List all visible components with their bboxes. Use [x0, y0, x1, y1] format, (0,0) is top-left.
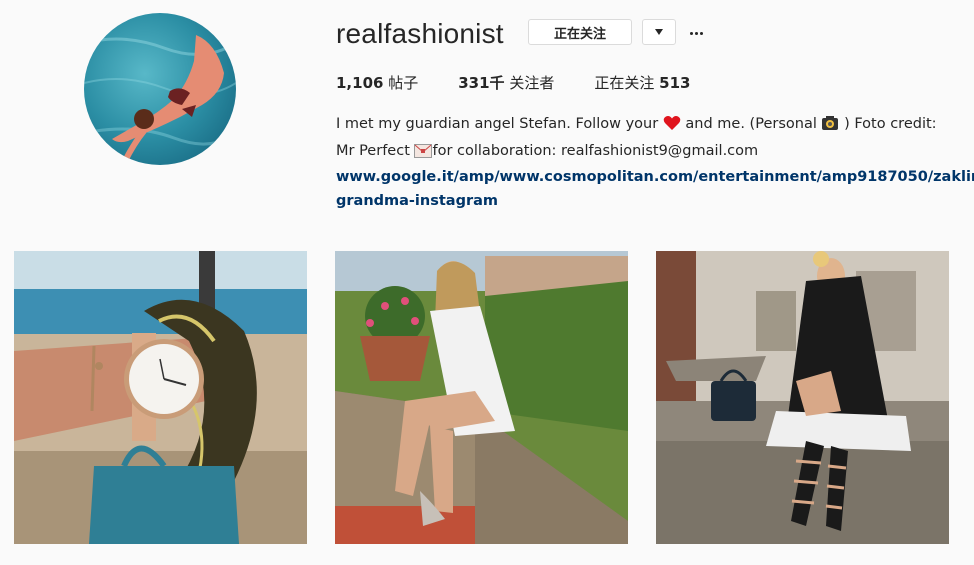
envelope-icon [414, 143, 433, 167]
profile-avatar[interactable] [84, 13, 236, 165]
profile-bio: I met my guardian angel Stefan. Follow y… [336, 113, 974, 213]
following-count[interactable]: 正在关注 513 [594, 72, 690, 93]
bio-text-4: for collaboration: realfashionist9@gmail… [432, 142, 759, 159]
bio-text-1: I met my guardian angel Stefan. Follow y… [336, 116, 663, 132]
followers-count-label: 关注者 [509, 74, 555, 92]
following-count-value: 513 [659, 74, 691, 92]
posts-count: 1,106 帖子 [336, 72, 418, 93]
followers-count-value: 331千 [458, 74, 505, 92]
posts-count-value: 1,106 [336, 74, 384, 92]
options-button[interactable] [686, 23, 706, 43]
post-thumbnail[interactable] [656, 251, 949, 544]
following-button[interactable]: 正在关注 [528, 19, 632, 45]
profile-stats: 1,106 帖子 331千 关注者 正在关注 513 [336, 72, 730, 93]
following-count-label: 正在关注 [594, 74, 655, 92]
heart-icon [663, 115, 681, 140]
posts-count-label: 帖子 [388, 74, 419, 92]
profile-page: realfashionist 正在关注 1,106 帖子 331千 关注者 正在… [0, 0, 974, 565]
follow-menu-button[interactable] [642, 19, 676, 45]
camera-icon [821, 115, 839, 140]
bio-link[interactable]: www.google.it/amp/www.cosmopolitan.com/e… [336, 166, 974, 213]
post-thumbnail[interactable] [14, 251, 307, 544]
followers-count[interactable]: 331千 关注者 [458, 72, 554, 93]
chevron-down-icon [655, 29, 663, 35]
profile-username: realfashionist [336, 18, 504, 49]
post-thumbnail[interactable] [335, 251, 628, 544]
ellipsis-icon [689, 31, 703, 35]
bio-text-2: and me. (Personal [680, 116, 822, 132]
